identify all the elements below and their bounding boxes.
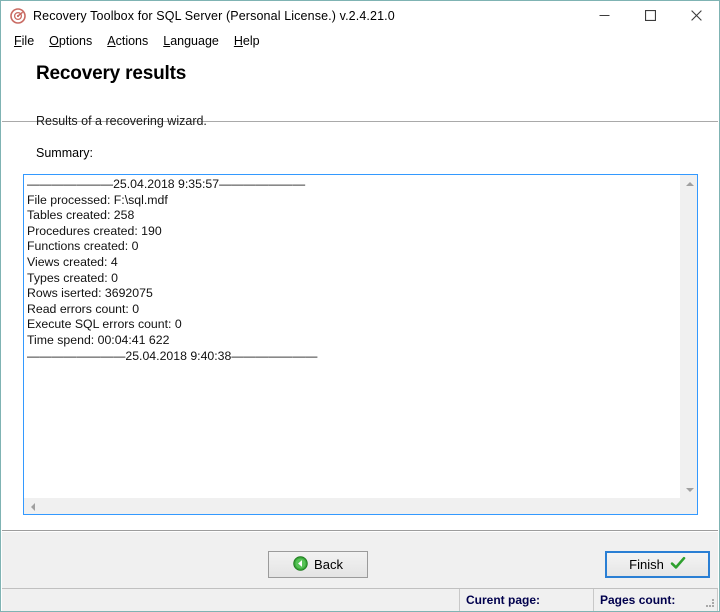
- menu-item-language[interactable]: Language: [157, 32, 226, 50]
- menu-accel-options: O: [49, 33, 59, 48]
- menu-item-help-rest: elp: [242, 33, 260, 48]
- menu-item-actions-rest: ctions: [115, 33, 149, 48]
- finish-button-label: Finish: [629, 557, 664, 572]
- summary-log-text[interactable]: ———————25.04.2018 9:35:57——————— File pr…: [26, 176, 674, 498]
- menu-accel-help: H: [233, 33, 243, 48]
- menu-item-file-rest: ile: [21, 33, 35, 48]
- application-window: Recovery Toolbox for SQL Server (Persona…: [0, 0, 720, 612]
- status-bar: Curent page: Pages count:: [2, 588, 718, 611]
- log-vertical-scrollbar[interactable]: [680, 175, 697, 498]
- summary-label: Summary:: [36, 146, 93, 160]
- status-cell-blank: [2, 589, 460, 611]
- back-button[interactable]: Back: [268, 551, 368, 578]
- title-bar[interactable]: Recovery Toolbox for SQL Server (Persona…: [1, 1, 719, 30]
- wizard-footer: Back Finish: [2, 532, 718, 588]
- scrollbar-corner: [680, 498, 697, 514]
- minimize-icon[interactable]: [581, 1, 627, 30]
- menu-bar: File Options Actions Language Help: [1, 30, 719, 51]
- finish-button[interactable]: Finish: [605, 551, 710, 578]
- menu-item-language-rest: anguage: [170, 33, 219, 48]
- scroll-left-arrow-icon[interactable]: [24, 499, 41, 514]
- green-check-icon: [670, 555, 686, 574]
- scroll-up-arrow-icon[interactable]: [681, 175, 697, 192]
- menu-item-help[interactable]: Help: [228, 32, 267, 50]
- menu-item-options-rest: ptions: [58, 33, 93, 48]
- menu-item-options[interactable]: Options: [43, 32, 99, 50]
- page-title: Recovery results: [36, 63, 187, 84]
- summary-log-box[interactable]: ———————25.04.2018 9:35:57——————— File pr…: [23, 174, 698, 515]
- scroll-down-arrow-icon[interactable]: [681, 481, 697, 498]
- log-horizontal-scrollbar[interactable]: [24, 498, 697, 514]
- back-button-label: Back: [314, 557, 343, 572]
- page-subtitle: Results of a recovering wizard.: [36, 114, 207, 128]
- app-logo-icon: [10, 7, 26, 24]
- close-icon[interactable]: [673, 1, 719, 30]
- green-left-arrow-icon: [293, 555, 308, 574]
- status-cell-pages-count: Pages count:: [594, 589, 718, 611]
- menu-item-actions[interactable]: Actions: [101, 32, 155, 50]
- maximize-icon[interactable]: [627, 1, 673, 30]
- status-cell-current-page: Curent page:: [460, 589, 594, 611]
- resize-grip-icon[interactable]: [704, 597, 716, 609]
- wizard-page-panel: Recovery results Results of a recovering…: [2, 51, 718, 529]
- menu-accel-actions: A: [107, 33, 116, 48]
- window-title: Recovery Toolbox for SQL Server (Persona…: [33, 8, 395, 23]
- menu-item-file[interactable]: File: [8, 32, 41, 50]
- menu-accel-file: F: [14, 33, 22, 48]
